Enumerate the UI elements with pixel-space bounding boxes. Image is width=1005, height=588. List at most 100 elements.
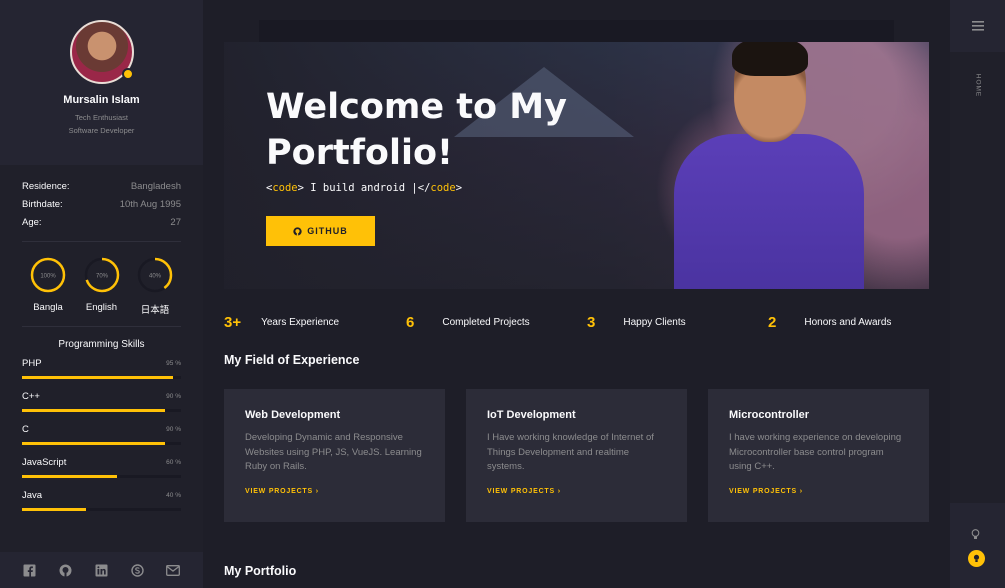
hero-title: Welcome to My Portfolio! — [266, 87, 567, 173]
stat-projects: 6 Completed Projects — [406, 311, 530, 333]
stat-label: Years Experience — [261, 316, 340, 328]
top-strip — [259, 20, 894, 42]
skill-cpp: C++ 90 % — [22, 391, 181, 412]
info-value: 27 — [170, 216, 181, 228]
language-percent: 40% — [149, 274, 162, 280]
language-english: 70% English — [84, 257, 120, 316]
stat-clients: 3 Happy Clients — [587, 311, 686, 333]
skill-bar — [22, 442, 181, 445]
sidebar: Mursalin Islam Tech Enthusiast Software … — [0, 0, 203, 588]
hero-banner: Welcome to My Portfolio! <code> I build … — [224, 42, 929, 289]
divider — [22, 241, 181, 242]
skill-name: Java — [22, 490, 43, 501]
skill-percent: 90 % — [166, 393, 181, 400]
programming-skills: Programming Skills PHP 95 % C++ 90 % C 90 %… — [0, 339, 203, 511]
language-progress-ring: 70% — [84, 257, 119, 293]
right-nav-rail: HOME — [950, 0, 1005, 588]
language-name: Bangla — [33, 302, 63, 313]
profile-tagline: Tech Enthusiast — [75, 113, 128, 122]
profile-card: Mursalin Islam Tech Enthusiast Software … — [0, 0, 203, 165]
profile-name: Mursalin Islam — [63, 94, 140, 106]
language-progress-ring: 40% — [137, 257, 173, 293]
info-row-age: Age: 27 — [22, 213, 181, 231]
card-title: IoT Development — [487, 409, 576, 421]
stat-number: 6 — [406, 313, 415, 331]
skill-bar-fill — [22, 376, 174, 379]
info-key: Age: — [22, 216, 42, 228]
stat-number: 2 — [768, 313, 777, 331]
language-progress-ring: 100% — [30, 257, 66, 293]
stat-awards: 2 Honors and Awards — [768, 311, 891, 333]
menu-icon[interactable] — [950, 0, 1005, 52]
skill-name: C++ — [22, 391, 40, 402]
social-links — [0, 552, 203, 588]
lightbulb-outline-icon[interactable] — [971, 529, 980, 542]
typed-text: I build android — [303, 182, 412, 194]
view-projects-link[interactable]: VIEW PROJECTS › — [245, 488, 424, 495]
info-key: Residence: — [22, 180, 70, 192]
portfolio-section-title: My Portfolio — [224, 564, 297, 578]
skill-bar-fill — [22, 475, 118, 478]
card-microcontroller: Microcontroller I have working experienc… — [708, 389, 929, 522]
nav-home-link[interactable]: HOME — [950, 72, 1005, 98]
stat-number: 3+ — [224, 313, 242, 331]
card-iot-development: IoT Development I Have working knowledge… — [466, 389, 687, 522]
language-percent: 70% — [95, 274, 108, 280]
info-value: Bangladesh — [130, 180, 181, 192]
github-icon[interactable] — [58, 562, 74, 578]
skill-bar — [22, 409, 181, 412]
language-percent: 100% — [40, 274, 56, 280]
personal-info: Residence: Bangladesh Birthdate: 10th Au… — [0, 165, 203, 231]
language-bangla: 100% Bangla — [30, 257, 66, 316]
experience-cards: Web Development Developing Dynamic and R… — [224, 389, 929, 522]
language-name: English — [85, 302, 118, 313]
github-button[interactable]: GITHUB — [266, 216, 375, 246]
stats-bar: 3+ Years Experience 6 Completed Projects… — [224, 311, 929, 333]
skype-icon[interactable] — [129, 562, 145, 578]
skill-name: C — [22, 424, 29, 435]
skill-bar — [22, 376, 181, 379]
info-row-birthdate: Birthdate: 10th Aug 1995 — [22, 195, 181, 213]
facebook-icon[interactable] — [22, 562, 38, 578]
experience-section-title: My Field of Experience — [224, 353, 360, 367]
linkedin-icon[interactable] — [93, 562, 109, 578]
view-projects-link[interactable]: VIEW PROJECTS › — [729, 488, 908, 495]
lightbulb-icon[interactable] — [968, 550, 985, 567]
github-icon — [293, 226, 302, 236]
theme-controls — [950, 503, 1005, 588]
info-row-residence: Residence: Bangladesh — [22, 177, 181, 195]
info-value: 10th Aug 1995 — [119, 198, 181, 210]
skill-percent: 90 % — [166, 426, 181, 433]
skill-php: PHP 95 % — [22, 358, 181, 379]
skill-percent: 40 % — [166, 492, 181, 499]
card-web-development: Web Development Developing Dynamic and R… — [224, 389, 445, 522]
card-text: I Have working knowledge of Internet of … — [487, 432, 654, 472]
view-projects-link[interactable]: VIEW PROJECTS › — [487, 488, 666, 495]
stat-label: Honors and Awards — [804, 316, 892, 328]
github-button-label: GITHUB — [307, 226, 348, 236]
skills-title: Programming Skills — [58, 339, 145, 350]
skill-bar — [22, 475, 181, 478]
profile-photo — [674, 42, 864, 289]
hero-typing-line: <code> I build android |</code> — [266, 182, 462, 194]
card-title: Web Development — [245, 409, 341, 421]
skill-bar — [22, 508, 181, 511]
code-open-tag: <code> — [266, 182, 304, 194]
card-text: Developing Dynamic and Responsive Websit… — [245, 432, 422, 472]
card-title: Microcontroller — [729, 409, 810, 421]
main-content: Welcome to My Portfolio! <code> I build … — [203, 0, 950, 588]
profile-role: Software Developer — [68, 126, 135, 135]
stat-label: Completed Projects — [442, 316, 530, 328]
code-close-tag: </code> — [417, 182, 463, 194]
skill-java: Java 40 % — [22, 490, 181, 511]
stat-number: 3 — [587, 313, 596, 331]
skill-percent: 60 % — [166, 459, 181, 466]
email-icon[interactable] — [165, 562, 181, 578]
skill-name: JavaScript — [22, 457, 67, 468]
skill-bar-fill — [22, 442, 166, 445]
skill-javascript: JavaScript 60 % — [22, 457, 181, 478]
skill-percent: 95 % — [166, 360, 181, 367]
avatar[interactable] — [69, 20, 134, 84]
info-key: Birthdate: — [22, 198, 63, 210]
skill-name: PHP — [22, 358, 42, 369]
